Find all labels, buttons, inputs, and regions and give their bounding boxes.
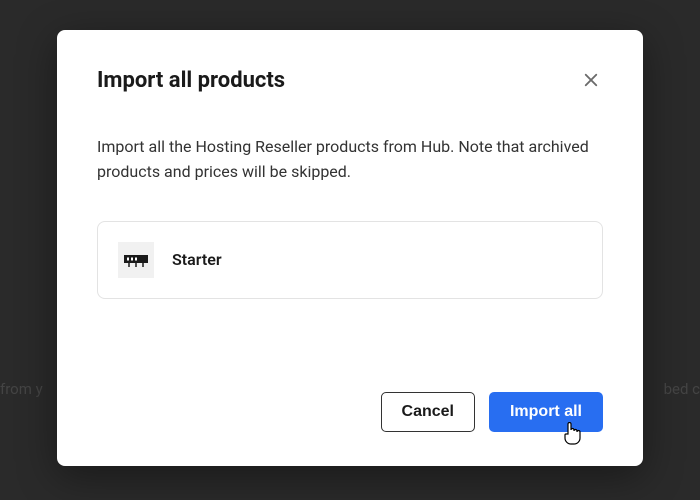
- close-icon: [582, 71, 600, 89]
- import-all-button[interactable]: Import all: [489, 392, 603, 432]
- product-name: Starter: [172, 250, 222, 269]
- modal-description: Import all the Hosting Reseller products…: [97, 135, 603, 185]
- modal-title: Import all products: [97, 68, 285, 93]
- product-icon-wrapper: [118, 242, 154, 278]
- background-text-right: bed c: [664, 380, 700, 398]
- modal-actions: Cancel Import all: [97, 392, 603, 432]
- modal-header: Import all products: [97, 68, 603, 93]
- product-card: Starter: [97, 221, 603, 299]
- cancel-button[interactable]: Cancel: [381, 392, 475, 432]
- background-text-left: from y: [0, 380, 43, 398]
- close-button[interactable]: [579, 68, 603, 92]
- server-icon: [123, 252, 149, 268]
- import-products-modal: Import all products Import all the Hosti…: [57, 30, 643, 466]
